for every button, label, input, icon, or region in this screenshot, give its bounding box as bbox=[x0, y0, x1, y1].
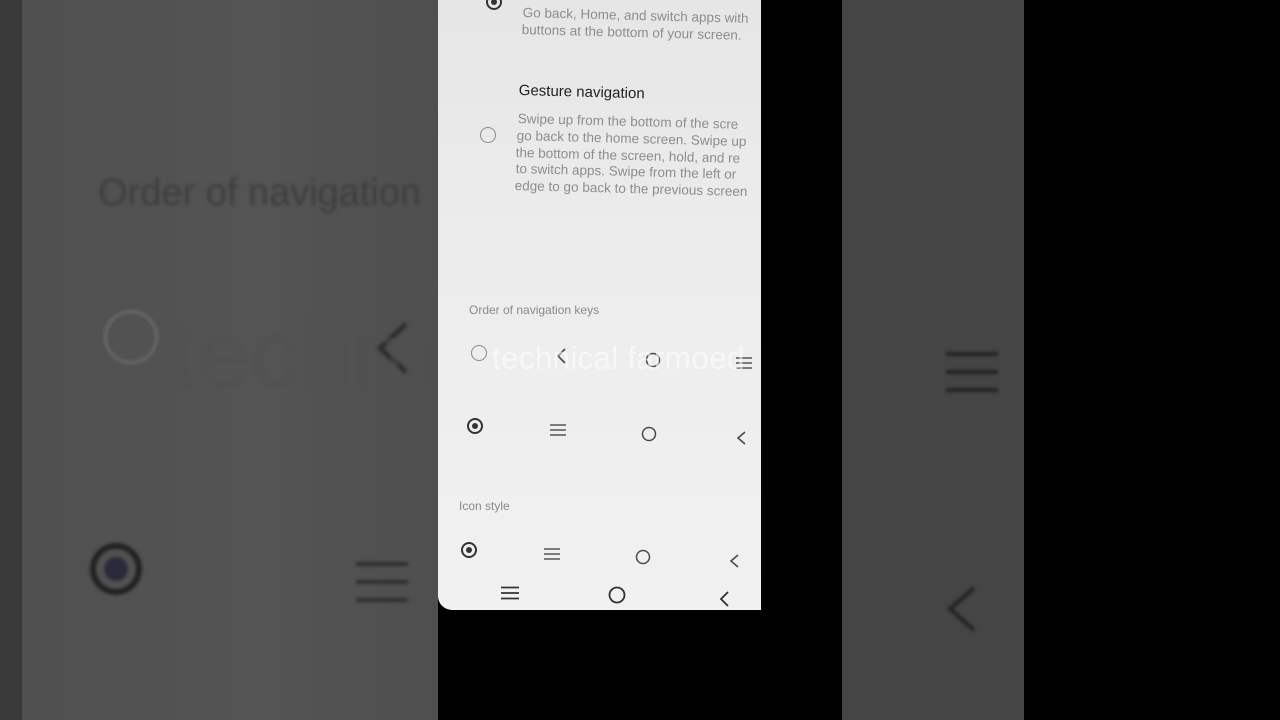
icon-style-option-1-radio[interactable] bbox=[461, 542, 477, 558]
nav-bar-back-icon[interactable] bbox=[718, 590, 730, 608]
background-back-icon-right bbox=[944, 584, 978, 639]
home-icon bbox=[641, 426, 657, 442]
back-icon bbox=[728, 553, 740, 569]
back-icon bbox=[735, 430, 747, 446]
order-option-2-radio[interactable] bbox=[467, 418, 483, 434]
icon-style-label: Icon style bbox=[459, 499, 510, 513]
phone-screen: Go back, Home, and switch apps with butt… bbox=[438, 0, 761, 610]
nav-bar-menu-icon[interactable] bbox=[501, 586, 519, 600]
buttons-navigation-radio[interactable] bbox=[486, 0, 502, 10]
background-edge bbox=[0, 0, 22, 720]
blurred-background-left: Order of navigation technical farmoed bbox=[0, 0, 438, 720]
background-menu-icon bbox=[356, 560, 408, 609]
background-watermark: technical farmoed bbox=[170, 301, 438, 408]
background-menu-icon-right bbox=[946, 350, 998, 399]
menu-icon bbox=[550, 424, 566, 436]
nav-bar-home-icon[interactable] bbox=[608, 586, 626, 604]
background-radio-icon bbox=[104, 310, 158, 364]
background-radio-selected-icon bbox=[90, 543, 142, 595]
order-section-label: Order of navigation keys bbox=[469, 303, 600, 317]
order-option-1-radio[interactable] bbox=[471, 345, 487, 361]
watermark-text: technical farmoed bbox=[492, 340, 745, 376]
gesture-navigation-title[interactable]: Gesture navigation bbox=[519, 82, 645, 102]
background-heading: Order of navigation bbox=[98, 172, 422, 214]
home-icon bbox=[635, 549, 651, 565]
black-letterbox-bottom bbox=[438, 610, 842, 720]
black-letterbox-right bbox=[761, 0, 842, 610]
menu-icon bbox=[544, 548, 560, 560]
blurred-background-far-right bbox=[1024, 0, 1280, 720]
gesture-navigation-radio[interactable] bbox=[480, 127, 496, 143]
